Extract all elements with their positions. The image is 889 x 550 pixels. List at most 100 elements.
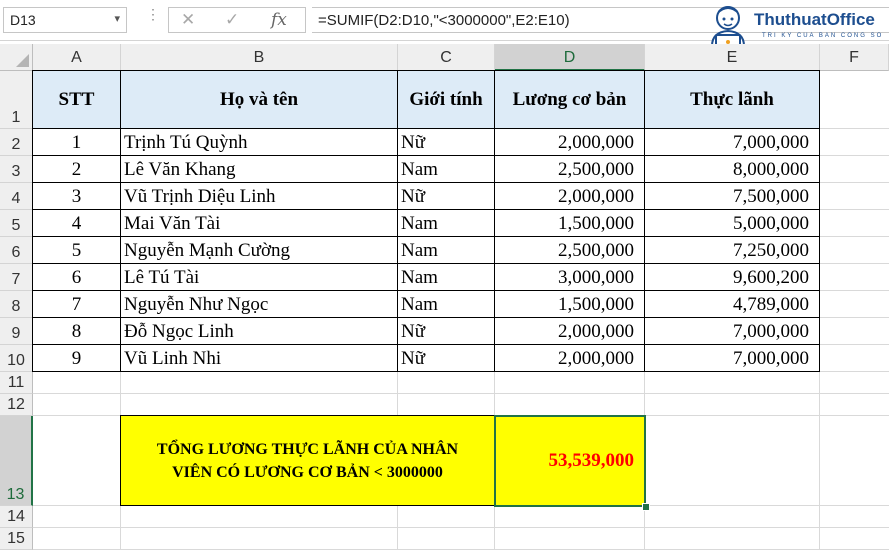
net-salary-cell[interactable]: 7,000,000 xyxy=(644,344,820,372)
stt-cell[interactable]: 6 xyxy=(32,263,121,291)
row-header-12[interactable]: 12 xyxy=(0,394,33,416)
name-cell[interactable]: Vũ Linh Nhi xyxy=(120,344,398,372)
chevron-down-icon[interactable]: ▾ xyxy=(114,12,120,25)
name-cell[interactable]: Trịnh Tú Quỳnh xyxy=(120,128,398,156)
name-box-value: D13 xyxy=(10,12,36,28)
stt-cell[interactable]: 4 xyxy=(32,209,121,237)
row-header-3[interactable]: 3 xyxy=(0,156,33,183)
gender-cell[interactable]: Nữ xyxy=(397,317,495,345)
name-cell[interactable]: Nguyễn Mạnh Cường xyxy=(120,236,398,264)
logo-name: ThuthuatOffice xyxy=(754,10,875,29)
gender-cell[interactable]: Nữ xyxy=(397,128,495,156)
row-number: 15 xyxy=(7,530,25,547)
row-header-5[interactable]: 5 xyxy=(0,210,33,237)
row-header-2[interactable]: 2 xyxy=(0,129,33,156)
name-cell[interactable]: Lê Văn Khang xyxy=(120,155,398,183)
row-number: 11 xyxy=(7,374,25,391)
row-header-6[interactable]: 6 xyxy=(0,237,33,264)
net-salary-cell[interactable]: 7,500,000 xyxy=(644,182,820,210)
row-header-13[interactable]: 13 xyxy=(0,416,33,506)
net-salary-cell[interactable]: 7,000,000 xyxy=(644,317,820,345)
summary-value-cell[interactable]: 53,539,000 xyxy=(494,415,646,507)
column-header-a[interactable]: A xyxy=(33,44,121,71)
gender-cell[interactable]: Nữ xyxy=(397,182,495,210)
net-salary-cell[interactable]: 7,000,000 xyxy=(644,128,820,156)
spreadsheet-grid: ABCDEF 1 2 3 4 5 6 7 8 9 10 11 12 13 14 15 STT Họ và tê… xyxy=(0,44,889,550)
base-salary-header[interactable]: Lương cơ bản xyxy=(494,70,645,129)
stt-cell[interactable]: 1 xyxy=(32,128,121,156)
row-header-9[interactable]: 9 xyxy=(0,318,33,345)
check-icon[interactable]: ✓ xyxy=(225,10,239,30)
formula-text: =SUMIF(D2:D10,"<3000000",E2:E10) xyxy=(318,12,570,29)
row-header-8[interactable]: 8 xyxy=(0,291,33,318)
stt-cell[interactable]: 5 xyxy=(32,236,121,264)
gender-cell[interactable]: Nam xyxy=(397,263,495,291)
row-number: 1 xyxy=(11,109,21,126)
row-header-11[interactable]: 11 xyxy=(0,372,33,394)
base-salary-cell[interactable]: 2,000,000 xyxy=(494,182,645,210)
gender-cell[interactable]: Nam xyxy=(397,155,495,183)
stt-cell[interactable]: 2 xyxy=(32,155,121,183)
base-salary-cell[interactable]: 2,000,000 xyxy=(494,317,645,345)
column-header-e[interactable]: E xyxy=(645,44,820,71)
cancel-icon[interactable]: ✕ xyxy=(181,10,195,30)
row-number: 6 xyxy=(11,244,21,261)
column-header-c[interactable]: C xyxy=(398,44,495,71)
stt-cell[interactable]: 9 xyxy=(32,344,121,372)
base-salary-cell[interactable]: 2,000,000 xyxy=(494,128,645,156)
base-salary-cell[interactable]: 1,500,000 xyxy=(494,290,645,318)
net-salary-cell[interactable]: 5,000,000 xyxy=(644,209,820,237)
column-header-f[interactable]: F xyxy=(820,44,889,71)
net-salary-cell[interactable]: 4,789,000 xyxy=(644,290,820,318)
gridline-horizontal xyxy=(33,393,889,394)
gender-cell[interactable]: Nam xyxy=(397,290,495,318)
select-all-button[interactable] xyxy=(0,44,33,71)
row-number: 4 xyxy=(11,190,21,207)
row-number: 14 xyxy=(7,508,25,525)
stt-header[interactable]: STT xyxy=(32,70,121,129)
name-cell[interactable]: Lê Tú Tài xyxy=(120,263,398,291)
net-salary-cell[interactable]: 8,000,000 xyxy=(644,155,820,183)
name-header[interactable]: Họ và tên xyxy=(120,70,398,129)
fill-handle[interactable] xyxy=(642,503,650,511)
row-number: 10 xyxy=(7,352,25,369)
insert-function-button[interactable]: fx xyxy=(271,10,287,30)
row-header-1[interactable]: 1 xyxy=(0,71,33,129)
column-header-b[interactable]: B xyxy=(121,44,398,71)
net-salary-cell[interactable]: 9,600,200 xyxy=(644,263,820,291)
drag-handle-icon[interactable]: ⋮ xyxy=(146,7,160,21)
row-header-15[interactable]: 15 xyxy=(0,528,33,550)
base-salary-cell[interactable]: 2,000,000 xyxy=(494,344,645,372)
name-cell[interactable]: Mai Văn Tài xyxy=(120,209,398,237)
row-number: 7 xyxy=(11,271,21,288)
gender-cell[interactable]: Nữ xyxy=(397,344,495,372)
row-number: 5 xyxy=(11,217,21,234)
logo-tagline: TRI KY CUA BAN CONG SO xyxy=(762,33,884,39)
row-header-4[interactable]: 4 xyxy=(0,183,33,210)
stt-cell[interactable]: 7 xyxy=(32,290,121,318)
base-salary-cell[interactable]: 2,500,000 xyxy=(494,155,645,183)
row-header-10[interactable]: 10 xyxy=(0,345,33,372)
row-header-7[interactable]: 7 xyxy=(0,264,33,291)
base-salary-cell[interactable]: 3,000,000 xyxy=(494,263,645,291)
stt-cell[interactable]: 8 xyxy=(32,317,121,345)
summary-value: 53,539,000 xyxy=(548,450,635,471)
gridline-horizontal xyxy=(33,527,889,528)
net-salary-header[interactable]: Thực lãnh xyxy=(644,70,820,129)
name-cell[interactable]: Nguyễn Như Ngọc xyxy=(120,290,398,318)
gender-cell[interactable]: Nam xyxy=(397,209,495,237)
gender-header[interactable]: Giới tính xyxy=(397,70,495,129)
summary-label-cell[interactable]: TỔNG LƯƠNG THỰC LÃNH CỦA NHÂN VIÊN CÓ LƯ… xyxy=(120,415,495,506)
net-salary-cell[interactable]: 7,250,000 xyxy=(644,236,820,264)
gender-cell[interactable]: Nam xyxy=(397,236,495,264)
name-cell[interactable]: Đỗ Ngọc Linh xyxy=(120,317,398,345)
base-salary-cell[interactable]: 1,500,000 xyxy=(494,209,645,237)
name-box[interactable]: D13 ▾ xyxy=(3,7,127,33)
stt-cell[interactable]: 3 xyxy=(32,182,121,210)
column-header-d[interactable]: D xyxy=(495,44,645,71)
row-number: 3 xyxy=(11,163,21,180)
row-number: 12 xyxy=(7,396,25,413)
name-cell[interactable]: Vũ Trịnh Diệu Linh xyxy=(120,182,398,210)
base-salary-cell[interactable]: 2,500,000 xyxy=(494,236,645,264)
row-header-14[interactable]: 14 xyxy=(0,506,33,528)
